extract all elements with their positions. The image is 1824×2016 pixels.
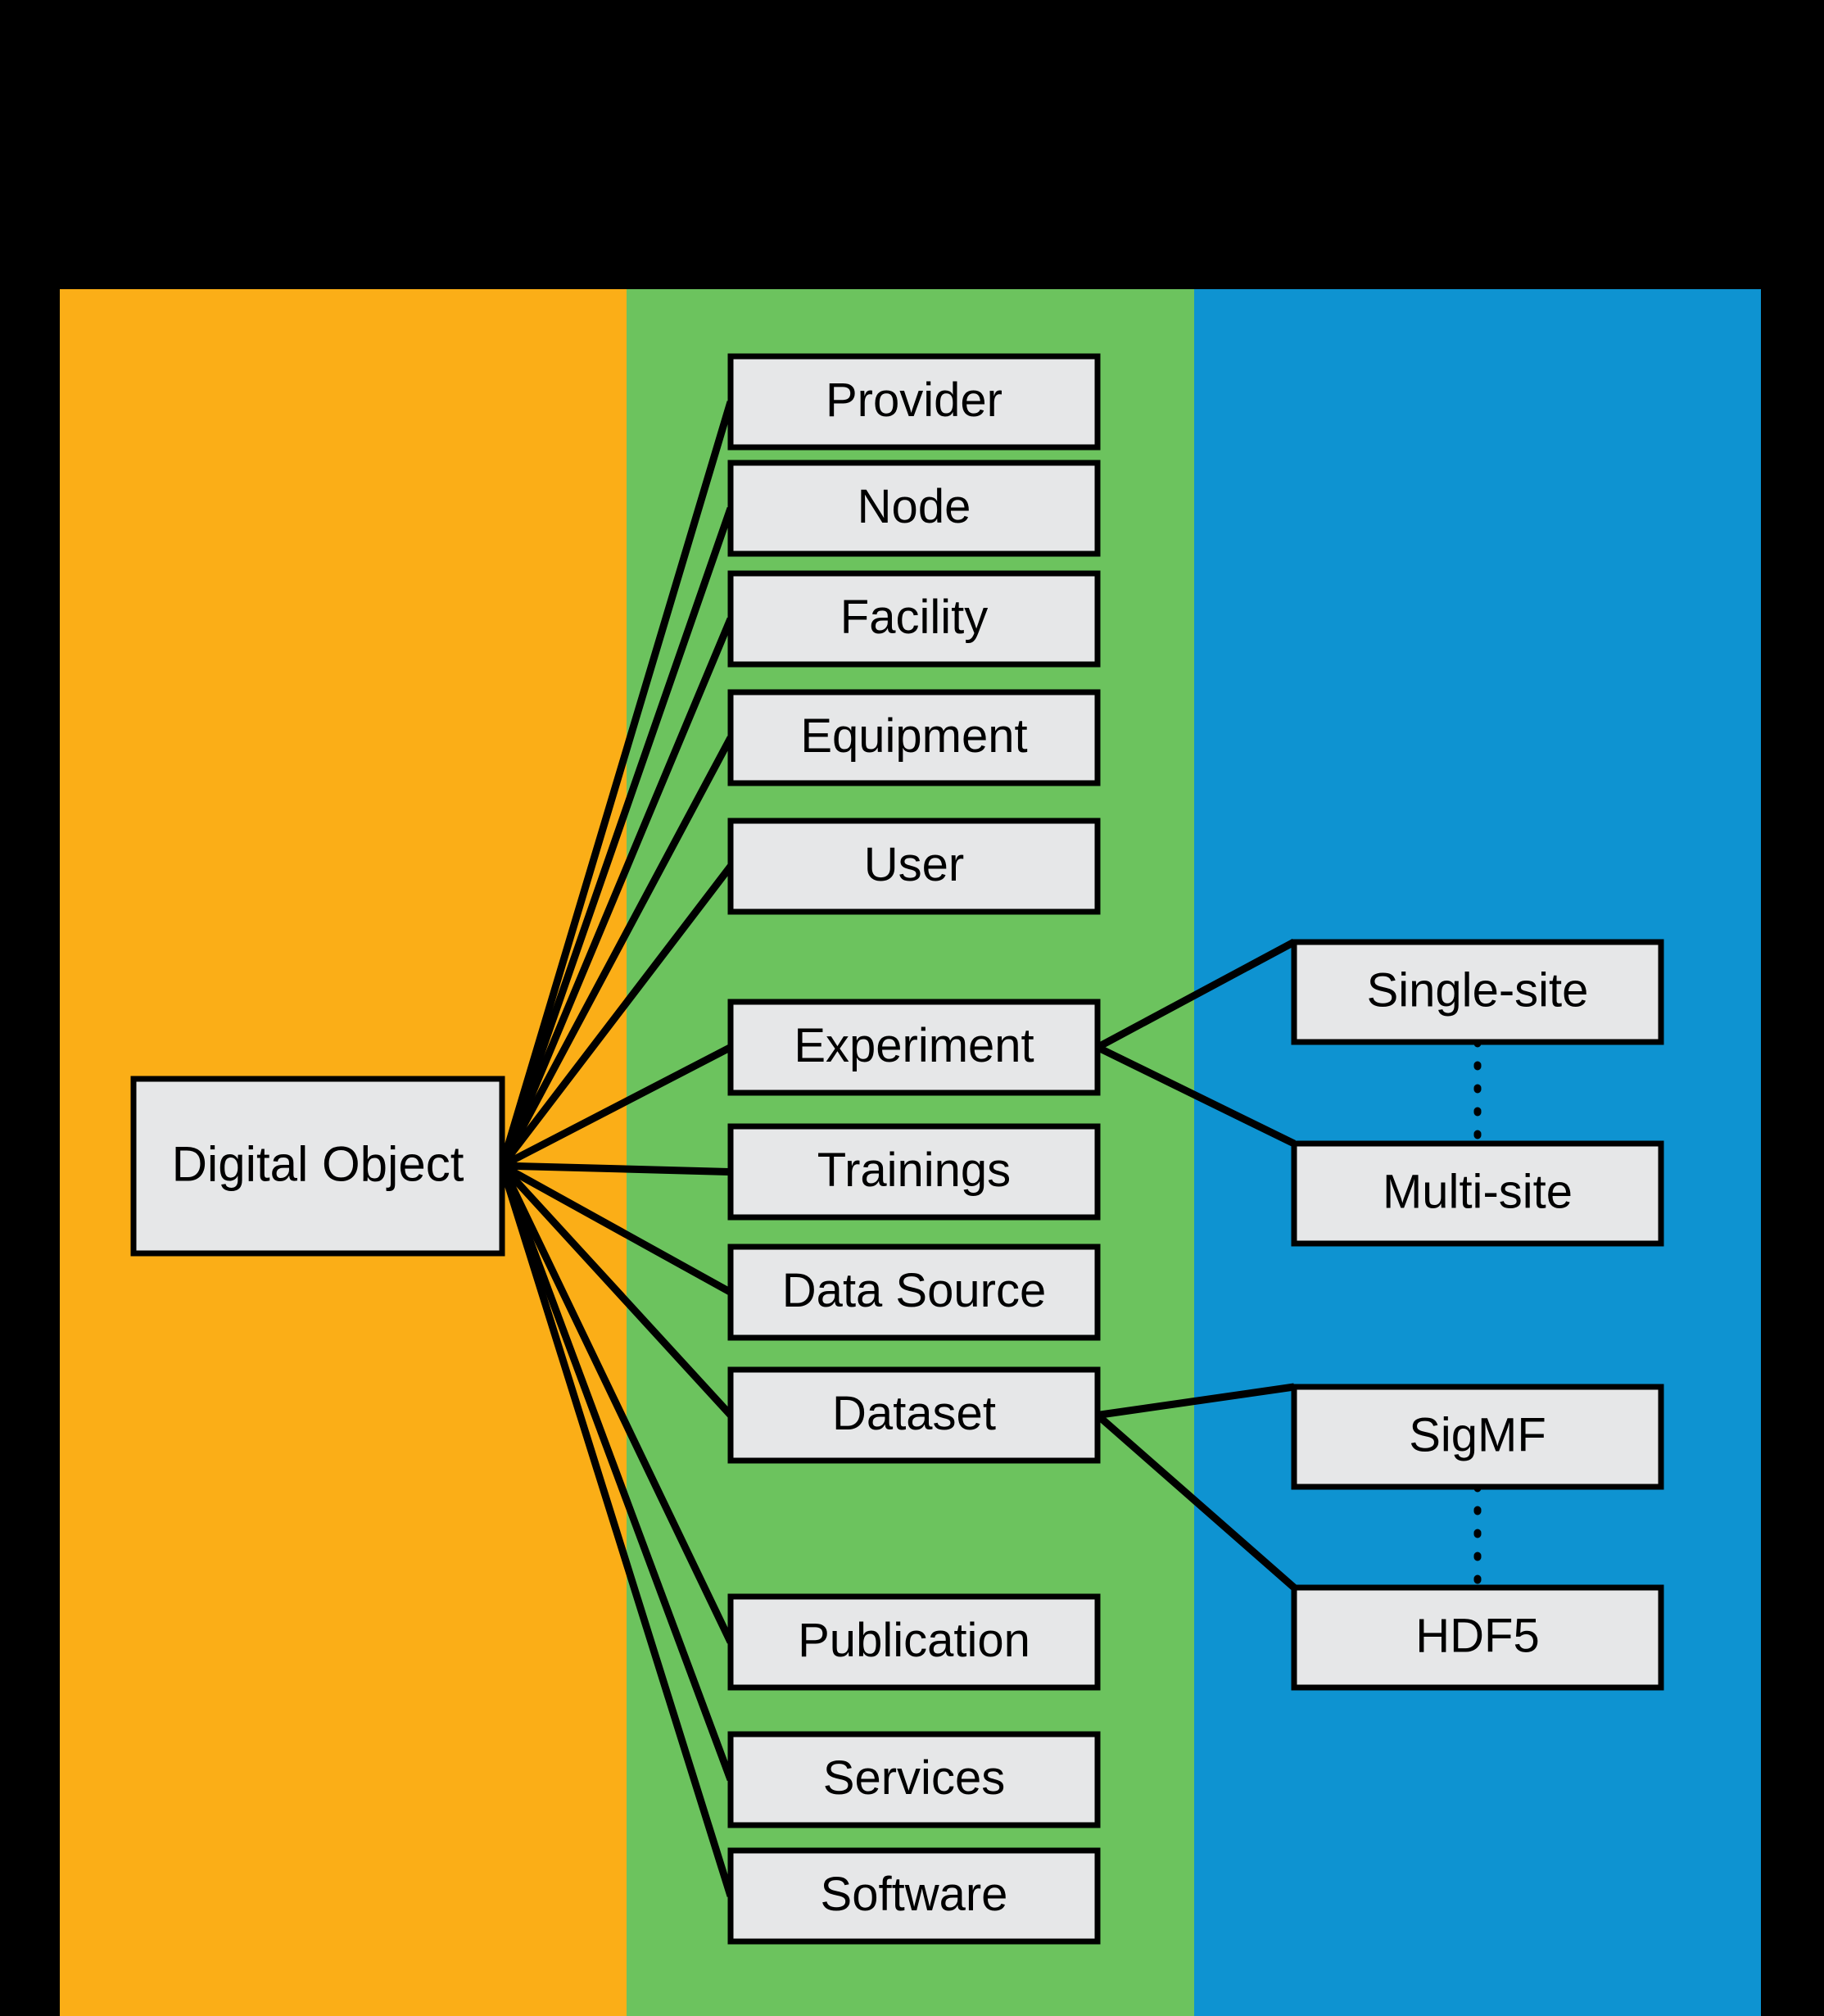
node-box-data-source[interactable]: Data Source (727, 1244, 1101, 1341)
node-label-node: Node (858, 480, 971, 533)
node-label-trainings: Trainings (817, 1144, 1011, 1197)
node-box-sigmf[interactable]: SigMF (1291, 1384, 1664, 1490)
node-label-data-source: Data Source (782, 1264, 1046, 1317)
node-box-hdf5[interactable]: HDF5 (1291, 1584, 1664, 1691)
node-label-digital-object: Digital Object (172, 1136, 464, 1191)
node-label-dataset: Dataset (832, 1387, 996, 1440)
node-box-provider[interactable]: Provider (727, 353, 1101, 451)
diagram-root: Digital Object Provider Node Facility Equipm… (0, 0, 1824, 2016)
node-box-facility[interactable]: Facility (727, 570, 1101, 668)
node-box-publication[interactable]: Publication (727, 1593, 1101, 1691)
node-label-experiment: Experiment (794, 1019, 1034, 1072)
node-label-multi-site: Multi-site (1383, 1165, 1573, 1218)
node-box-multi-site[interactable]: Multi-site (1291, 1140, 1664, 1247)
node-label-provider: Provider (826, 374, 1003, 427)
diagram-canvas: Digital Object Provider Node Facility Equipm… (0, 0, 1824, 2016)
node-box-trainings[interactable]: Trainings (727, 1123, 1101, 1221)
node-box-experiment[interactable]: Experiment (727, 999, 1101, 1096)
node-box-software[interactable]: Software (727, 1847, 1101, 1945)
node-box-single-site[interactable]: Single-site (1291, 939, 1664, 1045)
node-box-equipment[interactable]: Equipment (727, 689, 1101, 786)
node-box-node[interactable]: Node (727, 460, 1101, 557)
node-box-digital-object[interactable]: Digital Object (130, 1076, 505, 1257)
node-label-single-site: Single-site (1367, 963, 1589, 1017)
node-box-dataset[interactable]: Dataset (727, 1366, 1101, 1464)
node-label-hdf5: HDF5 (1415, 1609, 1539, 1662)
node-label-user: User (864, 838, 964, 891)
node-label-facility: Facility (840, 591, 988, 644)
node-label-software: Software (821, 1868, 1008, 1921)
node-label-equipment: Equipment (800, 709, 1027, 763)
node-label-sigmf: SigMF (1409, 1408, 1546, 1461)
node-box-user[interactable]: User (727, 818, 1101, 915)
node-label-services: Services (823, 1751, 1005, 1805)
node-label-publication: Publication (798, 1614, 1030, 1667)
node-box-services[interactable]: Services (727, 1731, 1101, 1828)
